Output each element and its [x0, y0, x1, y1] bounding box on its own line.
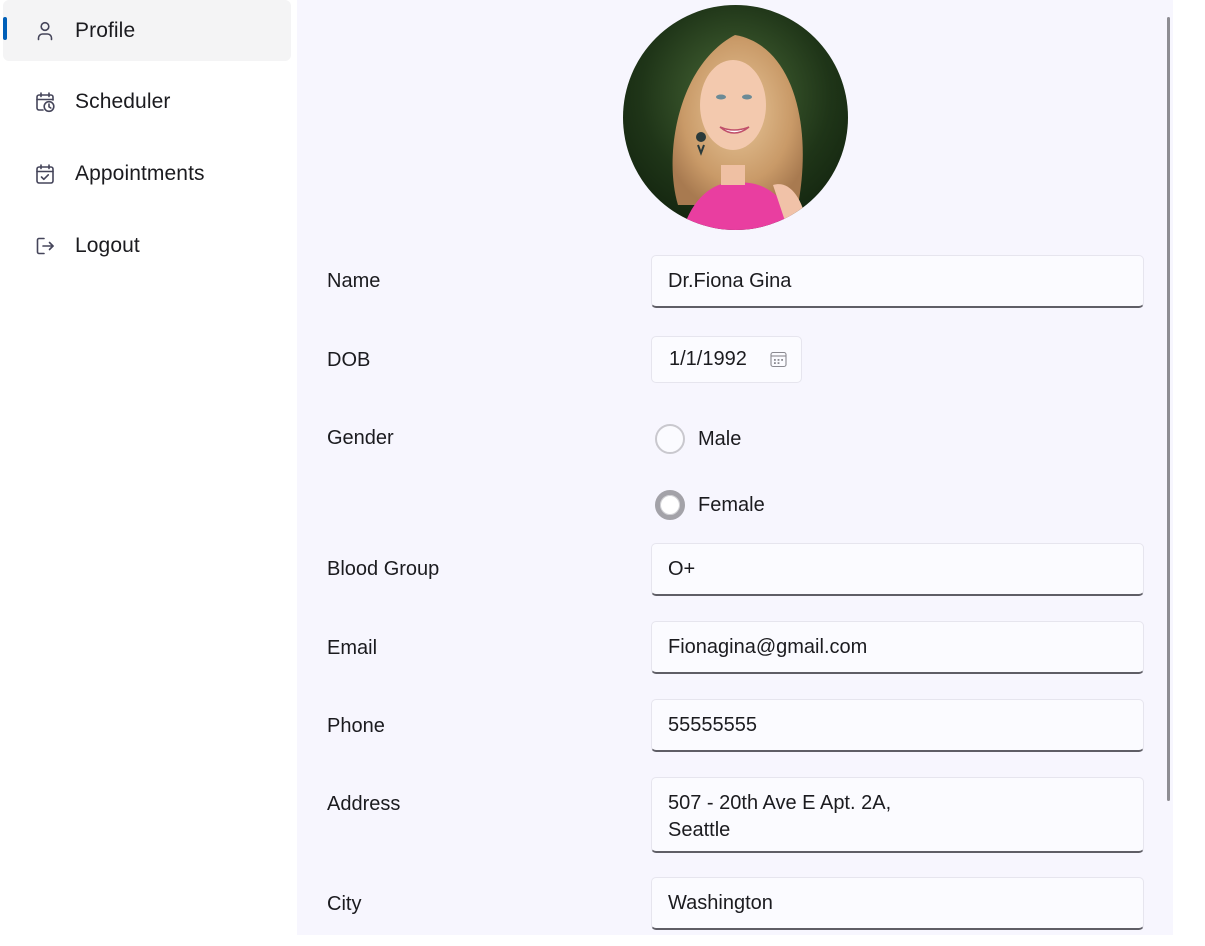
address-input[interactable]: 507 - 20th Ave E Apt. 2A, Seattle — [651, 777, 1144, 853]
calendar-check-icon — [34, 163, 56, 185]
city-label: City — [327, 893, 362, 915]
sidebar-item-label: Logout — [75, 233, 140, 257]
calendar-icon[interactable] — [770, 351, 787, 368]
sidebar-item-label: Profile — [75, 18, 136, 42]
blood-group-value: O+ — [668, 557, 696, 580]
blood-group-label: Blood Group — [327, 558, 440, 580]
selection-indicator — [3, 17, 7, 40]
address-line-1: 507 - 20th Ave E Apt. 2A, — [668, 792, 892, 814]
blood-group-input[interactable]: O+ — [651, 543, 1144, 596]
radio-label-male: Male — [698, 427, 742, 450]
profile-avatar — [623, 5, 848, 230]
email-input[interactable]: Fionagina@gmail.com — [651, 621, 1144, 674]
phone-value: 55555555 — [668, 713, 757, 736]
sidebar-item-appointments[interactable]: Appointments — [3, 143, 291, 204]
gender-label: Gender — [327, 427, 394, 449]
phone-input[interactable]: 55555555 — [651, 699, 1144, 752]
address-line-2: Seattle — [668, 819, 731, 841]
sidebar-nav: Profile Scheduler Appointments Logout — [0, 0, 297, 946]
calendar-clock-icon — [34, 91, 56, 113]
gender-radio-female[interactable]: Female — [655, 490, 765, 520]
city-input[interactable]: Washington — [651, 877, 1144, 930]
radio-label-female: Female — [698, 493, 765, 516]
sidebar-item-scheduler[interactable]: Scheduler — [3, 71, 291, 132]
address-label: Address — [327, 793, 401, 815]
radio-button-male[interactable] — [655, 424, 685, 454]
sidebar-item-label: Scheduler — [75, 89, 171, 113]
city-value: Washington — [668, 891, 773, 914]
name-label: Name — [327, 270, 381, 292]
phone-label: Phone — [327, 715, 385, 737]
radio-button-female[interactable] — [655, 490, 685, 520]
sidebar-item-logout[interactable]: Logout — [3, 215, 291, 276]
vertical-scrollbar[interactable] — [1167, 17, 1170, 801]
sidebar-item-label: Appointments — [75, 161, 205, 185]
gender-radio-male[interactable]: Male — [655, 424, 741, 454]
name-value: Dr.Fiona Gina — [668, 269, 792, 292]
dob-label: DOB — [327, 349, 371, 371]
dob-date-picker[interactable]: 1/1/1992 — [651, 336, 802, 383]
person-icon — [34, 20, 56, 42]
profile-panel: Name Dr.Fiona Gina DOB 1/1/1992 Gender M… — [297, 0, 1173, 935]
dob-value: 1/1/1992 — [669, 348, 747, 370]
sidebar-item-profile[interactable]: Profile — [3, 0, 291, 61]
avatar-photo — [623, 5, 848, 230]
email-value: Fionagina@gmail.com — [668, 635, 868, 658]
name-input[interactable]: Dr.Fiona Gina — [651, 255, 1144, 308]
sign-out-icon — [34, 235, 56, 257]
email-label: Email — [327, 637, 378, 659]
